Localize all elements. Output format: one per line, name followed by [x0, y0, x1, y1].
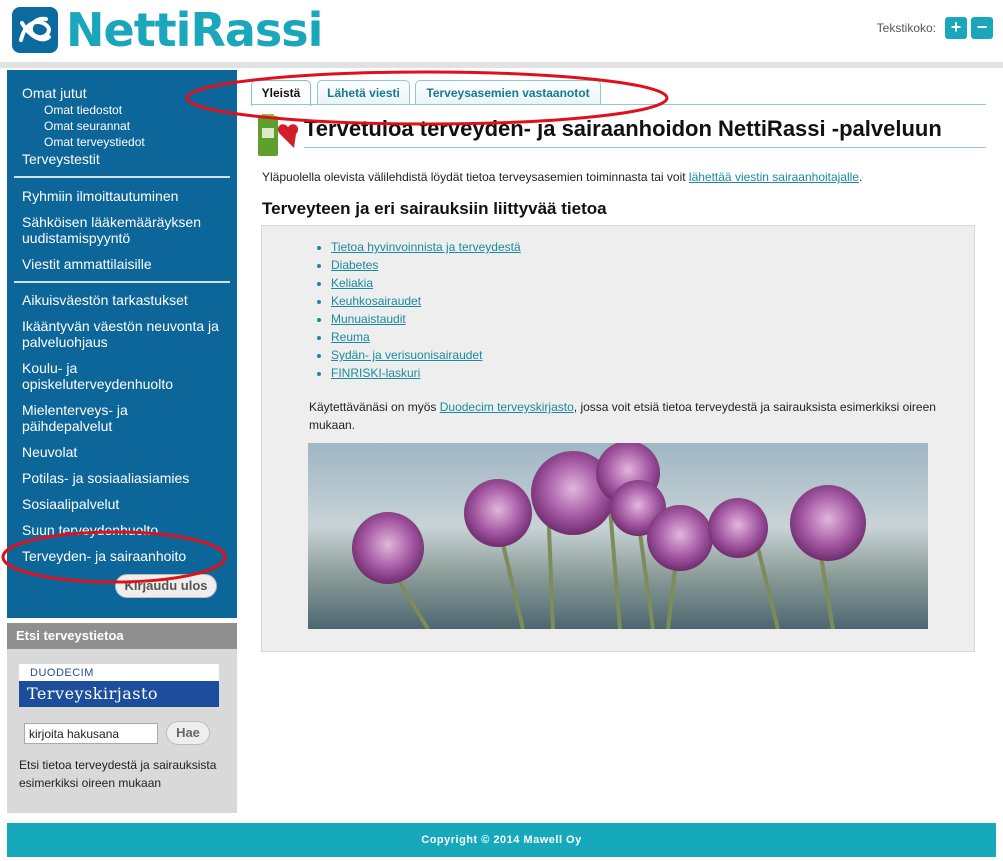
link-reuma[interactable]: Reuma — [331, 330, 370, 344]
link-munuaistaudit[interactable]: Munuaistaudit — [331, 312, 406, 326]
sidebar-subitem-omat-terveystiedot[interactable]: Omat terveystiedot — [44, 135, 145, 149]
nettirassi-logo[interactable]: NettiRassi — [10, 3, 323, 57]
list-item: Sydän- ja verisuonisairaudet — [331, 346, 521, 364]
sidebar-item-ikaantyvan-vaeston-neuvonta[interactable]: Ikääntyvän väestön neuvonta ja palveluoh… — [22, 318, 232, 350]
info-text-start: Käytettävänäsi on myös — [309, 400, 440, 414]
duodecim-link[interactable]: Duodecim terveyskirjasto — [440, 400, 574, 414]
tab-laheta-viesti[interactable]: Lähetä viesti — [317, 80, 410, 105]
search-description: Etsi tietoa terveydestä ja sairauksista … — [19, 758, 217, 790]
sidebar-item-terveyden-ja-sairaanhoito[interactable]: Terveyden- ja sairaanhoito — [22, 548, 186, 564]
sidebar-item-ryhmiin-ilmoittautuminen[interactable]: Ryhmiin ilmoittautuminen — [22, 188, 178, 204]
search-input[interactable] — [24, 723, 158, 744]
page-title: Tervetuloa terveyden- ja sairaanhoidon N… — [304, 116, 942, 141]
nav-divider — [14, 176, 230, 178]
title-divider — [304, 147, 986, 148]
sidebar-item-terveystestit[interactable]: Terveystestit — [22, 151, 100, 167]
tab-terveysasemien-vastaanotot[interactable]: Terveysasemien vastaanotot — [415, 80, 601, 105]
sidebar-item-kouluterveydenhuolto[interactable]: Koulu- ja opiskeluterveydenhuolto — [22, 360, 182, 392]
list-item: Keuhkosairaudet — [331, 292, 521, 310]
font-size-controls: Tekstikoko: + − — [877, 16, 993, 40]
chive-flowers-image — [308, 443, 928, 629]
link-diabetes[interactable]: Diabetes — [331, 258, 378, 272]
list-item: Keliakia — [331, 274, 521, 292]
header-divider — [0, 62, 1003, 68]
list-item: Diabetes — [331, 256, 521, 274]
increase-font-button[interactable]: + — [945, 17, 967, 39]
sidebar-item-viestit-ammattilaisille[interactable]: Viestit ammattilaisille — [22, 256, 152, 272]
logout-button[interactable]: Kirjaudu ulos — [115, 574, 217, 598]
list-item: Reuma — [331, 328, 521, 346]
knot-logo-icon — [12, 7, 58, 53]
link-keliakia[interactable]: Keliakia — [331, 276, 373, 290]
list-item: FINRISKI-laskuri — [331, 364, 521, 382]
duodecim-logo-bottom: Terveyskirjasto — [19, 681, 219, 707]
health-topic-list: Tietoa hyvinvoinnista ja terveydestä Dia… — [331, 238, 521, 382]
sidebar-subitem-omat-seurannat[interactable]: Omat seurannat — [44, 119, 130, 133]
list-item: Tietoa hyvinvoinnista ja terveydestä — [331, 238, 521, 256]
header: NettiRassi Tekstikoko: + − — [0, 0, 1003, 62]
nav-divider — [14, 281, 230, 283]
sidebar-item-neuvolat[interactable]: Neuvolat — [22, 444, 77, 460]
sidebar-item-omat-jutut[interactable]: Omat jutut — [22, 85, 87, 101]
sidebar-item-mielenterveys[interactable]: Mielenterveys- ja päihdepalvelut — [22, 402, 152, 434]
folder-heart-icon — [256, 110, 302, 160]
list-item: Munuaistaudit — [331, 310, 521, 328]
health-search-panel: Etsi terveystietoa DUODECIM Terveyskirja… — [7, 623, 237, 813]
sidebar-item-sosiaalipalvelut[interactable]: Sosiaalipalvelut — [22, 496, 119, 512]
font-size-label: Tekstikoko: — [876, 21, 936, 35]
intro-text: Yläpuolella olevista välilehdistä löydät… — [262, 169, 862, 185]
logo-text: NettiRassi — [66, 3, 323, 57]
sidebar-item-laakemaarays[interactable]: Sähköisen lääkemääräyksen uudistamispyyn… — [22, 214, 222, 246]
sidebar-item-potilasasiamies[interactable]: Potilas- ja sosiaaliasiamies — [22, 470, 189, 486]
sidebar-item-aikuisvaeston-tarkastukset[interactable]: Aikuisväestön tarkastukset — [22, 292, 188, 308]
info-text: Käytettävänäsi on myös Duodecim terveysk… — [309, 398, 949, 434]
link-sydan-verisuonisairaudet[interactable]: Sydän- ja verisuonisairaudet — [331, 348, 482, 362]
sidebar-subitem-omat-tiedostot[interactable]: Omat tiedostot — [44, 103, 122, 117]
link-hyvinvointi[interactable]: Tietoa hyvinvoinnista ja terveydestä — [331, 240, 521, 254]
tabs-underline — [251, 104, 986, 105]
link-keuhkosairaudet[interactable]: Keuhkosairaudet — [331, 294, 421, 308]
duodecim-logo-top: DUODECIM — [19, 664, 219, 681]
intro-text-start: Yläpuolella olevista välilehdistä löydät… — [262, 170, 689, 184]
tab-yleista[interactable]: Yleistä — [251, 80, 311, 106]
decrease-font-button[interactable]: − — [971, 17, 993, 39]
sidebar-nav: Omat jutut Omat tiedostot Omat seurannat… — [7, 70, 237, 618]
duodecim-logo[interactable]: DUODECIM Terveyskirjasto — [19, 664, 219, 707]
search-button[interactable]: Hae — [166, 721, 210, 745]
footer-copyright: Copyright © 2014 Mawell Oy — [7, 823, 996, 857]
send-message-link[interactable]: lähettää viestin sairaanhoitajalle — [689, 170, 859, 184]
search-panel-title: Etsi terveystietoa — [7, 623, 237, 649]
link-finriski-laskuri[interactable]: FINRISKI-laskuri — [331, 366, 420, 380]
section-title: Terveyteen ja eri sairauksiin liittyvää … — [262, 199, 607, 218]
sidebar-item-suun-terveydenhuolto[interactable]: Suun terveydenhuolto — [22, 522, 158, 538]
intro-text-end: . — [859, 170, 863, 184]
